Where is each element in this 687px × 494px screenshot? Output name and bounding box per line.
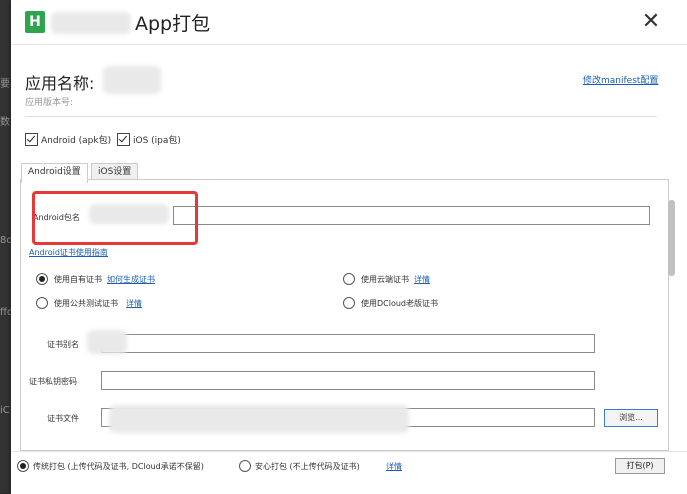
traditional-pack-label: 传统打包 (上传代码及证书, DCloud承诺不保留) xyxy=(33,462,204,471)
tab-android-settings[interactable]: Android设置 xyxy=(21,163,88,183)
cloud-cert-label: 使用云端证书 xyxy=(361,275,409,284)
redacted-app-name xyxy=(103,66,161,94)
cert-password-input[interactable] xyxy=(101,371,595,390)
background-text: 数 xyxy=(0,117,10,128)
app-version-label: 应用版本号: xyxy=(25,98,74,108)
android-settings-panel: Android包名 Android证书使用指南 使用自有证书 如何生成证书 使用… xyxy=(20,179,669,451)
divider xyxy=(25,116,657,117)
ios-target-checkbox[interactable]: iOS (ipa包) xyxy=(117,131,181,147)
secure-pack-radio[interactable] xyxy=(239,460,251,472)
checkbox-checked-icon xyxy=(117,132,130,146)
dcloud-legacy-cert-radio[interactable] xyxy=(343,297,355,309)
public-test-cert-radio[interactable] xyxy=(36,297,48,309)
public-test-cert-detail-link[interactable]: 详情 xyxy=(126,298,142,309)
redacted-project-name xyxy=(51,12,131,34)
title-bar: H App打包 ✕ xyxy=(11,0,687,45)
close-icon[interactable]: ✕ xyxy=(637,8,665,36)
cert-password-label: 证书私钥密码 xyxy=(29,377,77,386)
public-test-cert-label: 使用公共测试证书 xyxy=(54,299,118,308)
dialog-title: App打包 xyxy=(135,13,211,35)
android-package-input[interactable] xyxy=(173,206,650,225)
how-to-generate-cert-link[interactable]: 如何生成证书 xyxy=(107,274,155,285)
android-target-label: Android (apk包) xyxy=(41,135,112,146)
own-cert-label: 使用自有证书 xyxy=(54,275,102,284)
highlight-annotation xyxy=(32,191,198,245)
browse-button[interactable]: 浏览... xyxy=(604,409,658,427)
edit-manifest-link[interactable]: 修改manifest配置 xyxy=(583,73,658,86)
app-pack-dialog: H App打包 ✕ 应用名称: 应用版本号: 修改manifest配置 Andr… xyxy=(11,0,687,494)
pack-mode-detail-link[interactable]: 详情 xyxy=(386,461,402,472)
app-name-label: 应用名称: xyxy=(25,74,95,93)
footer-bar: 传统打包 (上传代码及证书, DCloud承诺不保留) 安心打包 (不上传代码及… xyxy=(11,451,687,494)
scrollbar-thumb[interactable] xyxy=(668,200,675,276)
background-text: iC xyxy=(0,405,10,416)
hbuilder-logo-icon: H xyxy=(25,11,45,33)
android-target-checkbox[interactable]: Android (apk包) xyxy=(25,131,111,147)
ios-target-label: iOS (ipa包) xyxy=(133,135,181,146)
redacted-cert-alias xyxy=(87,330,127,354)
dcloud-legacy-cert-label: 使用DCloud老版证书 xyxy=(361,299,439,308)
pack-button[interactable]: 打包(P) xyxy=(615,458,665,474)
checkbox-checked-icon xyxy=(25,132,38,146)
cert-file-label: 证书文件 xyxy=(47,414,79,423)
own-cert-radio[interactable] xyxy=(36,273,48,285)
redacted-cert-path xyxy=(109,405,409,433)
cloud-cert-detail-link[interactable]: 详情 xyxy=(414,274,430,285)
cert-alias-input[interactable] xyxy=(101,334,595,353)
background-text: 要 xyxy=(0,79,10,90)
cert-alias-label: 证书别名 xyxy=(47,340,79,349)
secure-pack-label: 安心打包 (不上传代码及证书) xyxy=(255,462,360,471)
cloud-cert-radio[interactable] xyxy=(343,273,355,285)
cert-guide-link[interactable]: Android证书使用指南 xyxy=(29,247,108,258)
traditional-pack-radio[interactable] xyxy=(17,460,29,472)
